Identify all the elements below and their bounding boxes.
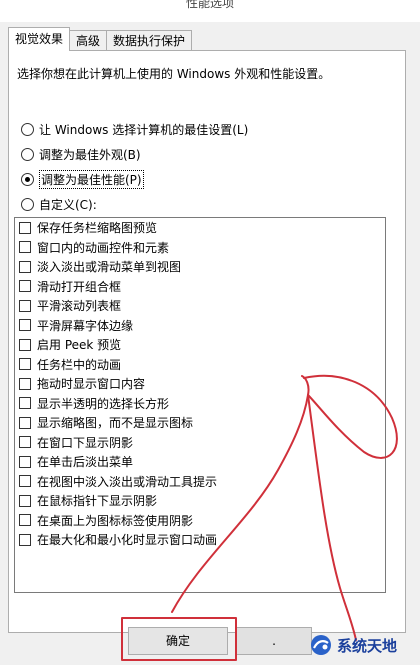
- effect-label: 在鼠标指针下显示阴影: [37, 494, 158, 509]
- effect-label: 平滑屏幕字体边缘: [37, 318, 134, 333]
- performance-options-dialog: 视觉效果 高级 数据执行保护 选择你想在此计算机上使用的 Windows 外观和…: [0, 22, 420, 665]
- checkbox[interactable]: [19, 533, 31, 546]
- radio-label: 调整为最佳性能(P): [39, 169, 144, 189]
- list-item[interactable]: 在视图中淡入淡出或滑动工具提示: [15, 472, 385, 492]
- radio-label: 让 Windows 选择计算机的最佳设置(L): [39, 122, 249, 137]
- list-item[interactable]: 保存任务栏缩略图预览: [15, 218, 385, 238]
- effect-label: 淡入淡出或滑动菜单到视图: [37, 260, 182, 275]
- radio-button[interactable]: [21, 122, 34, 136]
- effect-label: 显示半透明的选择长方形: [37, 396, 170, 411]
- tab-strip: 视觉效果 高级 数据执行保护: [8, 27, 193, 51]
- radio-button[interactable]: [21, 197, 34, 211]
- window-title: 性能选项: [185, 0, 234, 10]
- watermark-text: 系统天地: [337, 636, 398, 655]
- effect-label: 滑动打开组合框: [37, 279, 122, 294]
- radio-let-windows-choose[interactable]: 让 Windows 选择计算机的最佳设置(L): [21, 119, 248, 139]
- checkbox[interactable]: [19, 397, 31, 410]
- list-item[interactable]: 任务栏中的动画: [15, 355, 385, 375]
- effect-label: 在最大化和最小化时显示窗口动画: [37, 533, 218, 548]
- radio-button[interactable]: [21, 147, 34, 161]
- effect-label: 在窗口下显示阴影: [37, 435, 134, 450]
- effects-checkbox-list[interactable]: 保存任务栏缩略图预览 窗口内的动画控件和元素 淡入淡出或滑动菜单到视图 滑动打开…: [14, 217, 386, 593]
- watermark: 系统天地: [310, 634, 397, 656]
- checkbox[interactable]: [19, 241, 31, 254]
- list-item[interactable]: 窗口内的动画控件和元素: [15, 238, 385, 258]
- ok-button[interactable]: 确定: [128, 627, 228, 655]
- checkbox[interactable]: [19, 416, 31, 429]
- radio-label: 调整为最佳外观(B): [39, 147, 141, 162]
- list-item[interactable]: 淡入淡出或滑动菜单到视图: [15, 257, 385, 277]
- list-item[interactable]: 在最大化和最小化时显示窗口动画: [15, 530, 385, 550]
- watermark-logo-icon: [311, 635, 331, 655]
- panel-description: 选择你想在此计算机上使用的 Windows 外观和性能设置。: [17, 67, 331, 81]
- effect-label: 保存任务栏缩略图预览: [37, 221, 158, 236]
- radio-button-checked[interactable]: [21, 172, 34, 186]
- radio-label: 自定义(C):: [39, 197, 97, 212]
- checkbox[interactable]: [19, 377, 31, 390]
- list-item[interactable]: 平滑屏幕字体边缘: [15, 316, 385, 336]
- list-item[interactable]: 显示半透明的选择长方形: [15, 394, 385, 414]
- cancel-button[interactable]: .: [236, 627, 312, 655]
- effect-label: 显示缩略图，而不是显示图标: [37, 416, 194, 431]
- checkbox[interactable]: [19, 494, 31, 507]
- tab-visual-effects[interactable]: 视觉效果: [8, 27, 71, 51]
- effect-label: 窗口内的动画控件和元素: [37, 240, 170, 255]
- checkbox[interactable]: [19, 319, 31, 332]
- effect-label: 在单击后淡出菜单: [37, 455, 134, 470]
- effect-label: 平滑滚动列表框: [37, 299, 122, 314]
- checkbox[interactable]: [19, 260, 31, 273]
- checkbox[interactable]: [19, 299, 31, 312]
- checkbox[interactable]: [19, 475, 31, 488]
- effect-label: 启用 Peek 预览: [37, 338, 122, 353]
- list-item[interactable]: 拖动时显示窗口内容: [15, 374, 385, 394]
- tab-advanced[interactable]: 高级: [69, 30, 108, 51]
- checkbox[interactable]: [19, 280, 31, 293]
- list-item[interactable]: 在窗口下显示阴影: [15, 433, 385, 453]
- checkbox[interactable]: [19, 338, 31, 351]
- title-bar: 性能选项: [0, 0, 420, 22]
- effect-label: 在视图中淡入淡出或滑动工具提示: [37, 474, 218, 489]
- list-item[interactable]: 滑动打开组合框: [15, 277, 385, 297]
- checkbox[interactable]: [19, 436, 31, 449]
- effect-label: 拖动时显示窗口内容: [37, 377, 146, 392]
- radio-best-performance[interactable]: 调整为最佳性能(P): [21, 169, 144, 189]
- tab-data-execution-prevention[interactable]: 数据执行保护: [106, 30, 193, 51]
- list-item[interactable]: 在鼠标指针下显示阴影: [15, 491, 385, 511]
- checkbox[interactable]: [19, 455, 31, 468]
- list-item[interactable]: 启用 Peek 预览: [15, 335, 385, 355]
- radio-best-appearance[interactable]: 调整为最佳外观(B): [21, 144, 141, 164]
- list-item[interactable]: 在桌面上为图标标签使用阴影: [15, 511, 385, 531]
- checkbox[interactable]: [19, 221, 31, 234]
- effect-label: 任务栏中的动画: [37, 357, 122, 372]
- checkbox[interactable]: [19, 514, 31, 527]
- list-item[interactable]: 在单击后淡出菜单: [15, 452, 385, 472]
- checkbox[interactable]: [19, 358, 31, 371]
- effect-label: 在桌面上为图标标签使用阴影: [37, 513, 194, 528]
- radio-custom[interactable]: 自定义(C):: [21, 194, 97, 214]
- list-item[interactable]: 平滑滚动列表框: [15, 296, 385, 316]
- list-item[interactable]: 显示缩略图，而不是显示图标: [15, 413, 385, 433]
